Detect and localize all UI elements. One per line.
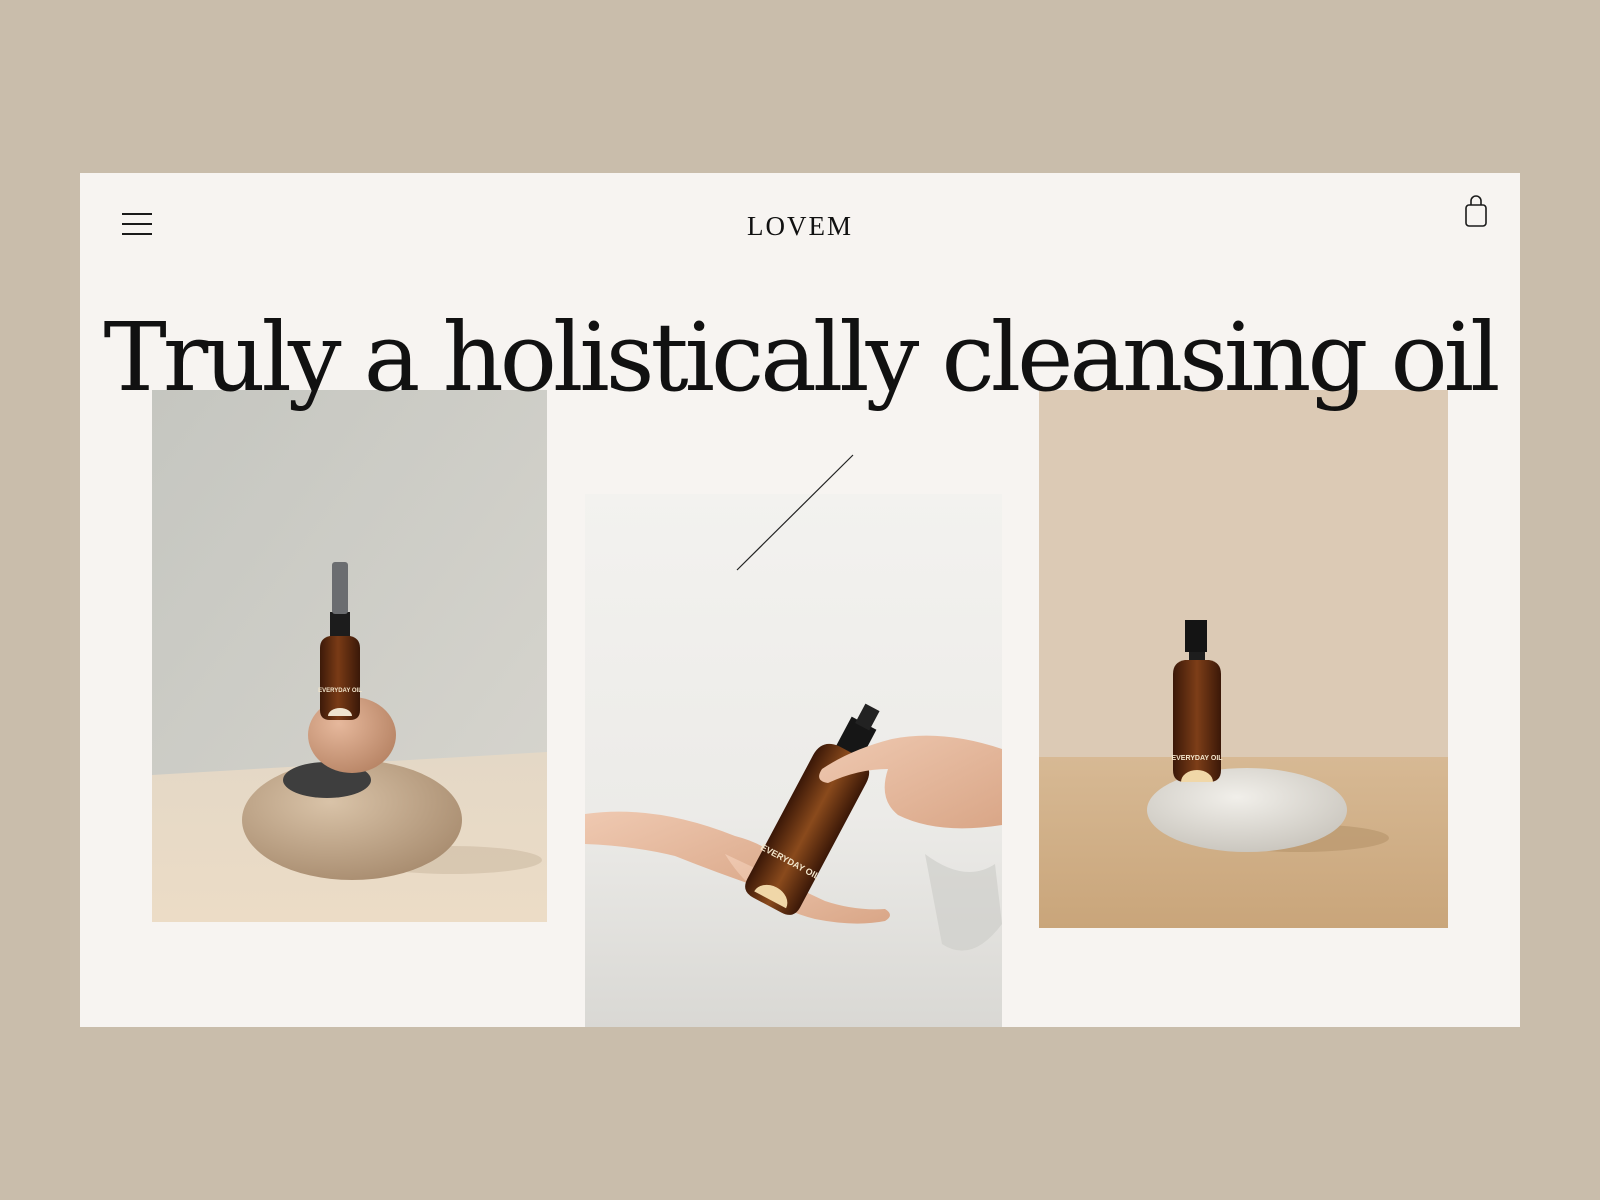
product-image: EVERYDAY OIL <box>1039 390 1448 928</box>
product-photo-hands[interactable]: EVERYDAY OIL <box>585 494 1002 1027</box>
product-image: EVERYDAY OIL <box>585 494 1002 1027</box>
bottle-label: EVERYDAY OIL <box>1171 755 1223 762</box>
decorative-divider-line <box>736 454 854 571</box>
product-photo-stacked-stones[interactable]: EVERYDAY OIL <box>152 390 547 922</box>
hero-headline: Truly a holistically cleansing oil <box>103 303 1501 413</box>
product-photo-white-stone[interactable]: EVERYDAY OIL <box>1039 390 1448 928</box>
bottle-label: EVERYDAY OIL <box>318 688 362 694</box>
cart-button[interactable] <box>1463 195 1489 229</box>
shopping-bag-icon <box>1465 195 1487 227</box>
landing-frame: LOVEM Truly a holistically cleansing oil <box>80 173 1520 1027</box>
brand-logo[interactable]: LOVEM <box>80 211 1520 242</box>
product-image: EVERYDAY OIL <box>152 390 547 922</box>
